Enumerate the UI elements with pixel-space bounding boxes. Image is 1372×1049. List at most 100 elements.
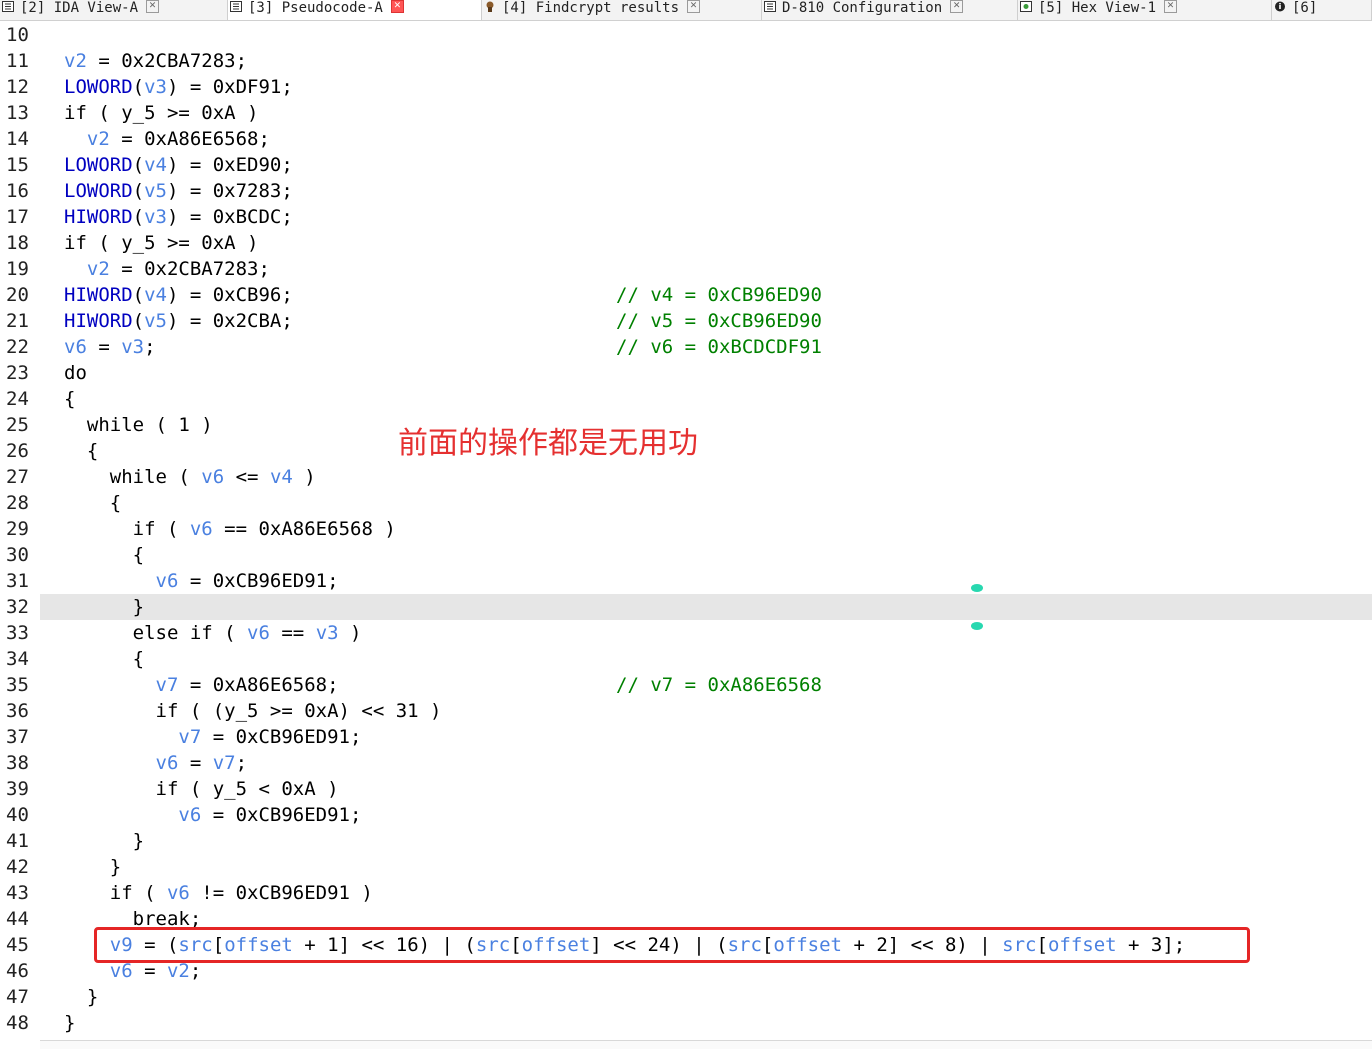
variable-token[interactable]: v3	[144, 76, 167, 98]
tab-close-icon[interactable]: ✕	[687, 0, 701, 13]
line-number: 42	[6, 856, 29, 878]
code-line[interactable]: 35 v7 = 0xA86E6568; // v7 = 0xA86E6568	[0, 672, 1372, 698]
code-line[interactable]: 15 LOWORD(v4) = 0xED90;	[0, 152, 1372, 178]
macro-token[interactable]: LOWORD	[64, 76, 133, 98]
variable-token[interactable]: v6	[178, 804, 201, 826]
tab-findcrypt-results[interactable]: [4] Findcrypt results ✕	[482, 0, 762, 20]
code-line[interactable]: 43 if ( v6 != 0xCB96ED91 )	[0, 880, 1372, 906]
code-line[interactable]: 28 {	[0, 490, 1372, 516]
code-line[interactable]: 27 while ( v6 <= v4 )	[0, 464, 1372, 490]
macro-token[interactable]: HIWORD	[64, 206, 133, 228]
variable-token[interactable]: v4	[144, 284, 167, 306]
tab-close-icon[interactable]: ✕	[390, 0, 404, 13]
macro-token[interactable]: HIWORD	[64, 284, 133, 306]
ida-view-icon	[2, 0, 14, 12]
code-text: {	[64, 542, 144, 568]
variable-token[interactable]: v6	[156, 752, 179, 774]
code-line[interactable]: 21 HIWORD(v5) = 0x2CBA; // v5 = 0xCB96ED90	[0, 308, 1372, 334]
tab-close-icon[interactable]: ✕	[146, 0, 160, 13]
code-line[interactable]: 11 v2 = 0x2CBA7283;	[0, 48, 1372, 74]
code-line[interactable]: 29 if ( v6 == 0xA86E6568 )	[0, 516, 1372, 542]
variable-token[interactable]: v6	[190, 518, 213, 540]
code-line[interactable]: 34 {	[0, 646, 1372, 672]
code-token: ) = 0xBCDC;	[166, 206, 293, 228]
tab-ida-view-a[interactable]: [2] IDA View-A ✕	[0, 0, 228, 20]
tab-extra[interactable]: [6]	[1272, 0, 1372, 20]
line-number: 11	[6, 50, 29, 72]
variable-token[interactable]: v2	[87, 258, 110, 280]
tab-close-icon[interactable]: ✕	[950, 0, 964, 13]
code-token: ) = 0xDF91;	[166, 76, 293, 98]
code-line[interactable]: 31 v6 = 0xCB96ED91;	[0, 568, 1372, 594]
pseudocode-icon	[230, 0, 242, 12]
code-line[interactable]: 48}	[0, 1010, 1372, 1036]
code-text: {	[64, 646, 144, 672]
code-line[interactable]: 13 if ( y_5 >= 0xA )	[0, 100, 1372, 126]
code-line[interactable]: 33 else if ( v6 == v3 )	[0, 620, 1372, 646]
variable-token[interactable]: v4	[144, 154, 167, 176]
code-line[interactable]: 40 v6 = 0xCB96ED91;	[0, 802, 1372, 828]
code-line[interactable]: 14 v2 = 0xA86E6568;	[0, 126, 1372, 152]
code-line[interactable]: 23 do	[0, 360, 1372, 386]
variable-token[interactable]: v7	[178, 726, 201, 748]
variable-token[interactable]: v3	[121, 336, 144, 358]
code-line[interactable]: 17 HIWORD(v3) = 0xBCDC;	[0, 204, 1372, 230]
line-number: 34	[6, 648, 29, 670]
line-number: 27	[6, 466, 29, 488]
macro-token[interactable]: HIWORD	[64, 310, 133, 332]
macro-token[interactable]: LOWORD	[64, 154, 133, 176]
code-line[interactable]: 42 }	[0, 854, 1372, 880]
code-text: {	[64, 438, 98, 464]
tab-d-810-configuration[interactable]: D-810 Configuration ✕	[762, 0, 1018, 20]
variable-token[interactable]: v6	[110, 960, 133, 982]
bookmark-marker-icon[interactable]	[970, 583, 984, 593]
variable-token[interactable]: v6	[247, 622, 270, 644]
tab-pseudocode-a[interactable]: [3] Pseudocode-A ✕	[228, 0, 482, 20]
code-line[interactable]: 16 LOWORD(v5) = 0x7283;	[0, 178, 1372, 204]
variable-token[interactable]: v6	[156, 570, 179, 592]
code-line[interactable]: 36 if ( (y_5 >= 0xA) << 31 )	[0, 698, 1372, 724]
code-text: else if ( v6 == v3 )	[64, 620, 362, 646]
variable-token[interactable]: v2	[87, 128, 110, 150]
code-line[interactable]: 37 v7 = 0xCB96ED91;	[0, 724, 1372, 750]
code-token: {	[64, 492, 122, 514]
code-line[interactable]: 12 LOWORD(v3) = 0xDF91;	[0, 74, 1372, 100]
code-text: if ( v6 == 0xA86E6568 )	[64, 516, 396, 542]
code-line[interactable]: 47 }	[0, 984, 1372, 1010]
code-text: if ( y_5 >= 0xA )	[64, 230, 258, 256]
code-line[interactable]: 19 v2 = 0x2CBA7283;	[0, 256, 1372, 282]
tab-hex-view-1[interactable]: [5] Hex View-1 ✕	[1018, 0, 1272, 20]
tab-close-icon[interactable]: ✕	[1164, 0, 1178, 13]
variable-token[interactable]: v3	[316, 622, 339, 644]
code-token: if ( y_5 < 0xA )	[64, 778, 339, 800]
code-line[interactable]: 10	[0, 22, 1372, 48]
code-line[interactable]: 41 }	[0, 828, 1372, 854]
code-token: (	[132, 284, 145, 306]
code-line[interactable]: 30 {	[0, 542, 1372, 568]
code-line[interactable]: 38 v6 = v7;	[0, 750, 1372, 776]
macro-token[interactable]: LOWORD	[64, 180, 133, 202]
variable-token[interactable]: v4	[270, 466, 293, 488]
code-line[interactable]: 39 if ( y_5 < 0xA )	[0, 776, 1372, 802]
code-text: v6 = 0xCB96ED91;	[64, 802, 361, 828]
variable-token[interactable]: v2	[167, 960, 190, 982]
code-line[interactable]: 32 }	[0, 594, 1372, 620]
variable-token[interactable]: v7	[213, 752, 236, 774]
code-line[interactable]: 20 HIWORD(v4) = 0xCB96; // v4 = 0xCB96ED90	[0, 282, 1372, 308]
variable-token[interactable]: v2	[64, 50, 87, 72]
tab-label: [2] IDA View-A	[20, 0, 139, 16]
variable-token[interactable]: v7	[156, 674, 179, 696]
code-token: ;	[144, 336, 156, 358]
variable-token[interactable]: v5	[144, 310, 167, 332]
code-token: {	[64, 544, 145, 566]
bookmark-marker-icon[interactable]	[970, 621, 984, 631]
variable-token[interactable]: v3	[144, 206, 167, 228]
code-line[interactable]: 24 {	[0, 386, 1372, 412]
variable-token[interactable]: v6	[64, 336, 87, 358]
variable-token[interactable]: v6	[167, 882, 190, 904]
variable-token[interactable]: v5	[144, 180, 167, 202]
code-line[interactable]: 22 v6 = v3; // v6 = 0xBCDCDF91	[0, 334, 1372, 360]
variable-token[interactable]: v6	[201, 466, 224, 488]
code-line[interactable]: 18 if ( y_5 >= 0xA )	[0, 230, 1372, 256]
